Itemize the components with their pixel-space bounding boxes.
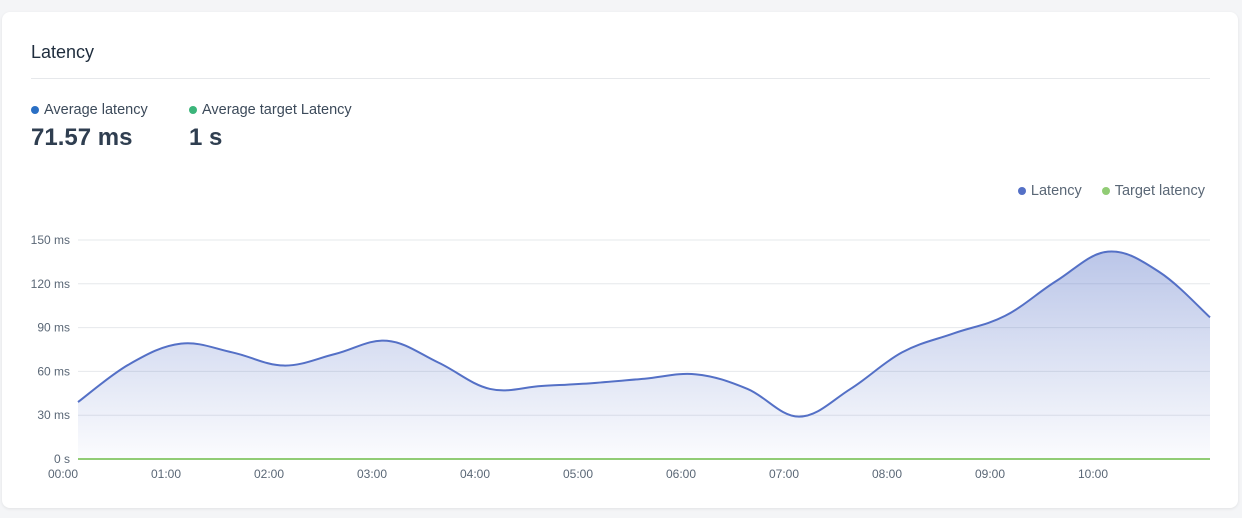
y-tick-label: 90 ms (37, 321, 70, 335)
x-tick-label: 07:00 (769, 467, 799, 481)
x-tick-label: 03:00 (357, 467, 387, 481)
x-tick-label: 06:00 (666, 467, 696, 481)
x-tick-label: 09:00 (975, 467, 1005, 481)
y-tick-label: 30 ms (37, 408, 70, 422)
x-tick-label: 01:00 (151, 467, 181, 481)
y-tick-label: 0 s (54, 452, 70, 466)
y-tick-label: 60 ms (37, 364, 70, 378)
y-tick-label: 150 ms (31, 233, 70, 247)
x-tick-label: 08:00 (872, 467, 902, 481)
x-tick-label: 10:00 (1078, 467, 1108, 481)
x-tick-label: 05:00 (563, 467, 593, 481)
x-tick-label: 02:00 (254, 467, 284, 481)
x-tick-label: 04:00 (460, 467, 490, 481)
latency-chart: 0 s 30 ms 60 ms 90 ms 120 ms 150 ms 00:00 01:00… (31, 233, 1211, 481)
y-tick-label: 120 ms (31, 277, 70, 291)
latency-area (78, 251, 1210, 459)
x-tick-label: 00:00 (48, 467, 78, 481)
